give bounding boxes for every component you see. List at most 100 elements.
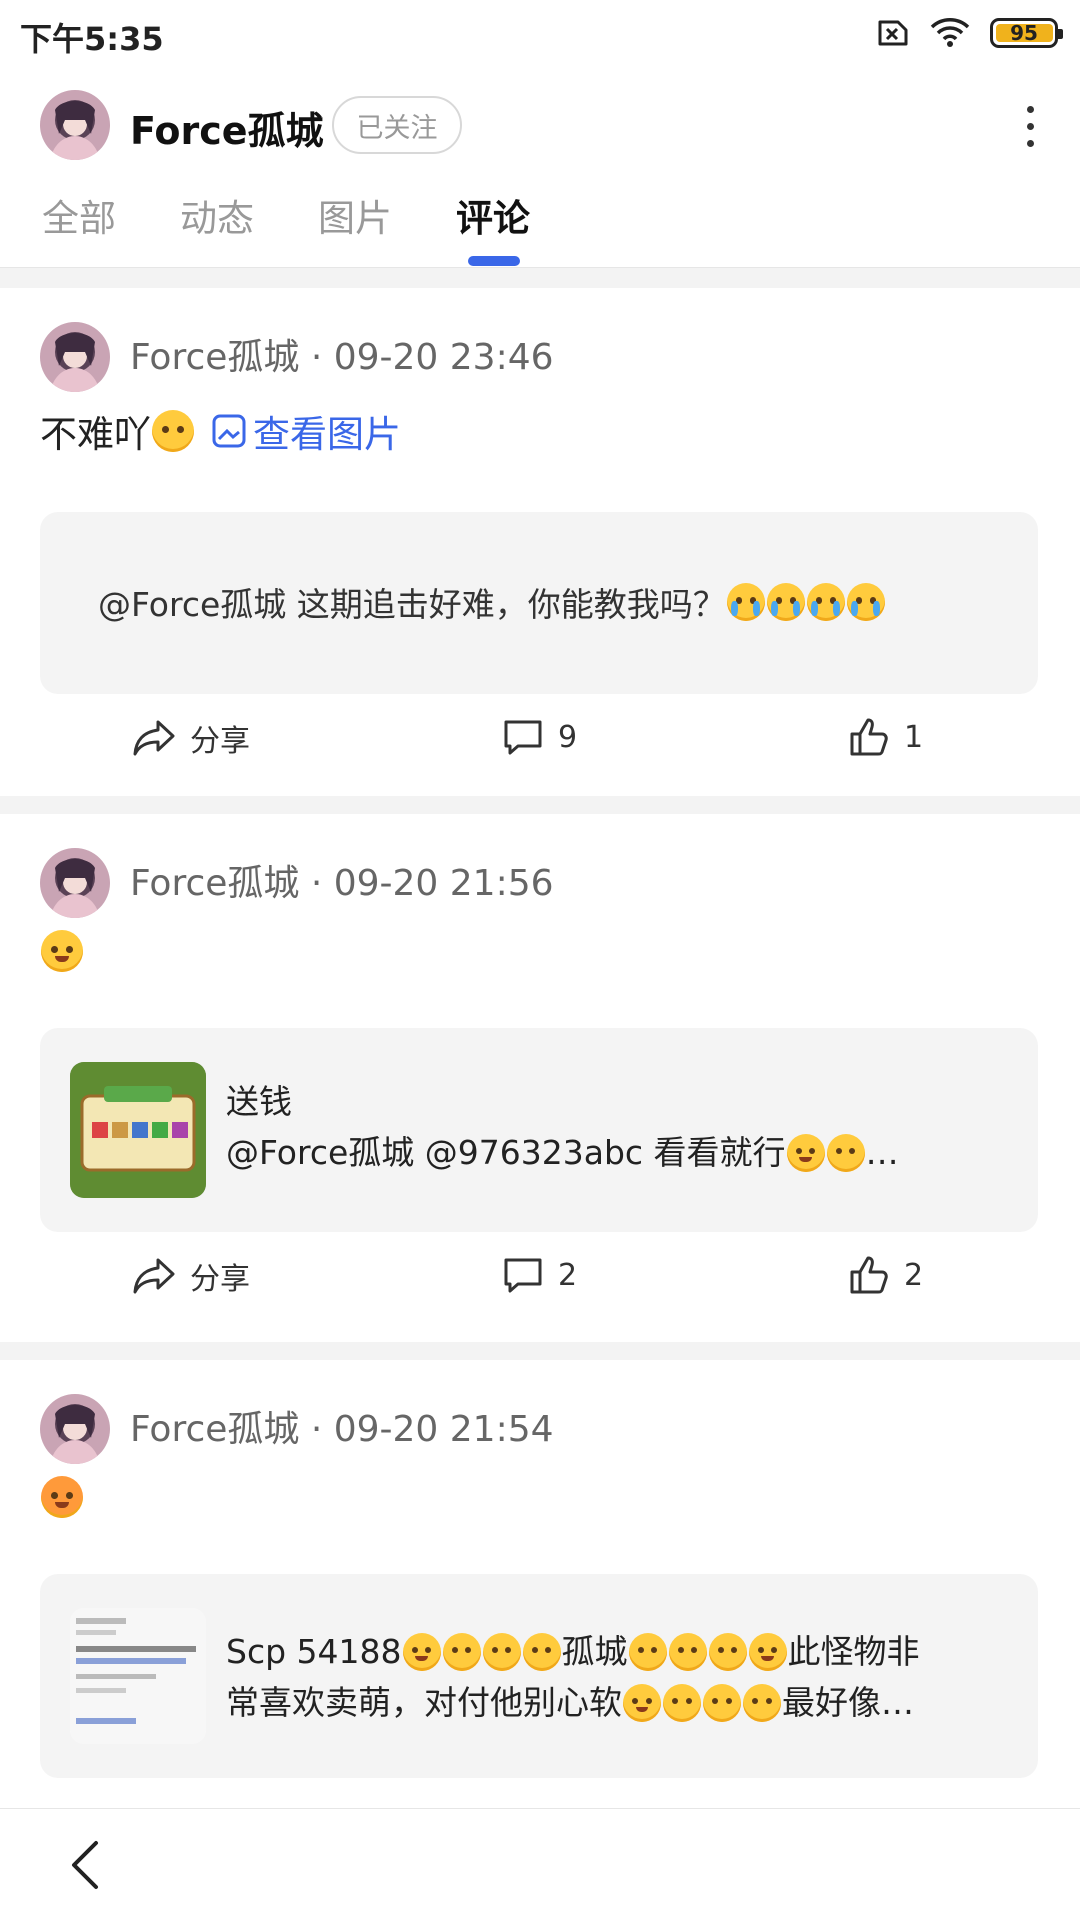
pleading-emoji-icon xyxy=(522,1632,561,1671)
quoted-line-1: Scp 54188 孤城 此怪物非 xyxy=(226,1626,1008,1677)
quoted-line-2: 常喜欢卖萌，对付他别心软 最好像… xyxy=(226,1677,1008,1728)
like-count: 2 xyxy=(904,1257,924,1293)
tab-all[interactable]: 全部 xyxy=(42,188,116,242)
comment-icon xyxy=(504,720,542,755)
quoted-text-content: Scp 54188 xyxy=(226,1632,402,1671)
post-text xyxy=(40,930,84,972)
battery-level: 95 xyxy=(1010,21,1038,45)
comment-icon xyxy=(504,1258,542,1293)
quoted-post[interactable]: Scp 54188 孤城 此怪物非 常喜欢卖萌，对付他别心软 最好像… xyxy=(40,1574,1038,1778)
crying-emoji-icon xyxy=(846,583,885,621)
smirk-emoji-icon xyxy=(668,1632,707,1671)
quoted-text: @Force孤城 这期追击好难，你能教我吗？ xyxy=(98,578,886,626)
divider xyxy=(0,1342,1080,1360)
post-actions: 分享 9 1 xyxy=(0,716,1080,796)
quoted-text-content: @Force孤城 @976323abc 看看就行 xyxy=(226,1133,786,1172)
quoted-text-content: 此怪物非 xyxy=(787,1632,920,1671)
quoted-text-content: 孤城 xyxy=(561,1632,628,1671)
view-image-label: 查看图片 xyxy=(253,413,401,456)
post-meta: Force孤城 · 09-20 21:56 xyxy=(130,863,554,904)
quoted-thumbnail xyxy=(70,1608,206,1744)
quoted-text-content: 常喜欢卖萌，对付他别心软 xyxy=(226,1683,622,1722)
status-icons: 95 xyxy=(876,18,1063,48)
divider xyxy=(0,796,1080,814)
quoted-thumbnail xyxy=(70,1062,206,1198)
comment-count: 9 xyxy=(558,719,578,755)
savoring-food-emoji-icon xyxy=(41,930,83,972)
divider xyxy=(0,268,1080,288)
comment-feed: Force孤城 · 09-20 23:46 不难吖 查看图片 @Force孤城 … xyxy=(0,268,1080,1836)
savoring-food-emoji-icon xyxy=(786,1133,825,1172)
quoted-body: 送钱 @Force孤城 @976323abc 看看就行 … xyxy=(226,1076,1008,1178)
share-button[interactable]: 分享 xyxy=(132,716,250,760)
battery-icon: 95 xyxy=(990,18,1063,48)
post-meta: Force孤城 · 09-20 21:54 xyxy=(130,1409,554,1450)
profile-name: Force孤城 xyxy=(130,109,324,153)
status-time: 下午5:35 xyxy=(20,20,164,58)
tired-face-emoji-icon xyxy=(41,1476,83,1518)
quoted-text: @Force孤城 @976323abc 看看就行 … xyxy=(226,1127,1008,1178)
savoring-food-emoji-icon xyxy=(623,1683,661,1722)
thumbs-up-icon xyxy=(850,718,888,756)
tab-comments[interactable]: 评论 xyxy=(456,188,530,242)
tab-dynamic[interactable]: 动态 xyxy=(180,188,254,242)
avatar[interactable] xyxy=(40,90,110,160)
smirk-emoji-icon xyxy=(482,1632,521,1671)
comment-card[interactable]: Force孤城 · 09-20 21:54 Scp 54188 孤城 此怪物非 … xyxy=(0,1360,1080,1836)
share-button[interactable]: 分享 xyxy=(132,1254,250,1298)
post-actions: 分享 2 2 xyxy=(0,1254,1080,1334)
comment-button[interactable]: 9 xyxy=(502,716,577,758)
quoted-post[interactable]: @Force孤城 这期追击好难，你能教我吗？ xyxy=(40,512,1038,694)
pleading-emoji-icon xyxy=(152,410,194,452)
profile-header: Force孤城 已关注 xyxy=(0,74,1080,176)
avatar[interactable] xyxy=(40,1394,110,1464)
like-button[interactable]: 1 xyxy=(848,716,923,758)
status-bar: 下午5:35 95 xyxy=(0,0,1080,74)
tab-indicator xyxy=(468,256,520,266)
share-icon xyxy=(133,1258,175,1294)
sim-off-icon xyxy=(878,20,908,46)
quoted-text-content: @Force孤城 这期追击好难，你能教我吗？ xyxy=(98,585,726,624)
comment-card[interactable]: Force孤城 · 09-20 23:46 不难吖 查看图片 @Force孤城 … xyxy=(0,288,1080,796)
crying-emoji-icon xyxy=(806,583,845,621)
quoted-text-content: 最好像… xyxy=(782,1683,914,1722)
savoring-food-emoji-icon xyxy=(748,1632,787,1671)
avatar[interactable] xyxy=(40,848,110,918)
view-image-link[interactable]: 查看图片 xyxy=(211,404,401,458)
comment-count: 2 xyxy=(558,1257,578,1293)
post-meta: Force孤城 · 09-20 23:46 xyxy=(130,337,554,378)
quoted-title: 送钱 xyxy=(226,1082,292,1121)
savoring-food-emoji-icon xyxy=(402,1632,441,1671)
sneezing-emoji-icon xyxy=(663,1683,701,1722)
sneezing-emoji-icon xyxy=(708,1632,747,1671)
smirk-emoji-icon xyxy=(703,1683,741,1722)
crying-emoji-icon xyxy=(766,583,805,621)
more-vertical-icon[interactable] xyxy=(1010,96,1050,156)
post-text xyxy=(40,1476,84,1518)
follow-button[interactable]: 已关注 xyxy=(332,96,462,154)
tab-images[interactable]: 图片 xyxy=(318,188,392,242)
pleading-emoji-icon xyxy=(743,1683,781,1722)
share-label: 分享 xyxy=(190,1262,250,1297)
smirk-emoji-icon xyxy=(826,1133,865,1172)
like-count: 1 xyxy=(904,719,924,755)
share-label: 分享 xyxy=(190,724,250,759)
thumbs-up-icon xyxy=(850,1256,888,1294)
ellipsis: … xyxy=(865,1133,899,1172)
comment-card[interactable]: Force孤城 · 09-20 21:56 送钱 @Force孤城 @97632… xyxy=(0,814,1080,1342)
bottom-nav-bar xyxy=(0,1808,1080,1920)
post-text: 不难吖 查看图片 xyxy=(40,404,401,458)
image-icon xyxy=(212,414,246,448)
quoted-body: Scp 54188 孤城 此怪物非 常喜欢卖萌，对付他别心软 最好像… xyxy=(226,1626,1008,1728)
wifi-icon xyxy=(930,18,970,47)
like-button[interactable]: 2 xyxy=(848,1254,923,1296)
post-text-content: 不难吖 xyxy=(40,413,151,456)
back-chevron-icon[interactable] xyxy=(62,1837,112,1893)
crying-emoji-icon xyxy=(726,583,765,621)
tab-bar: 全部 动态 图片 评论 xyxy=(0,176,1080,268)
avatar[interactable] xyxy=(40,322,110,392)
share-icon xyxy=(133,720,175,756)
comment-button[interactable]: 2 xyxy=(502,1254,577,1296)
quoted-post[interactable]: 送钱 @Force孤城 @976323abc 看看就行 … xyxy=(40,1028,1038,1232)
sneezing-emoji-icon xyxy=(442,1632,481,1671)
